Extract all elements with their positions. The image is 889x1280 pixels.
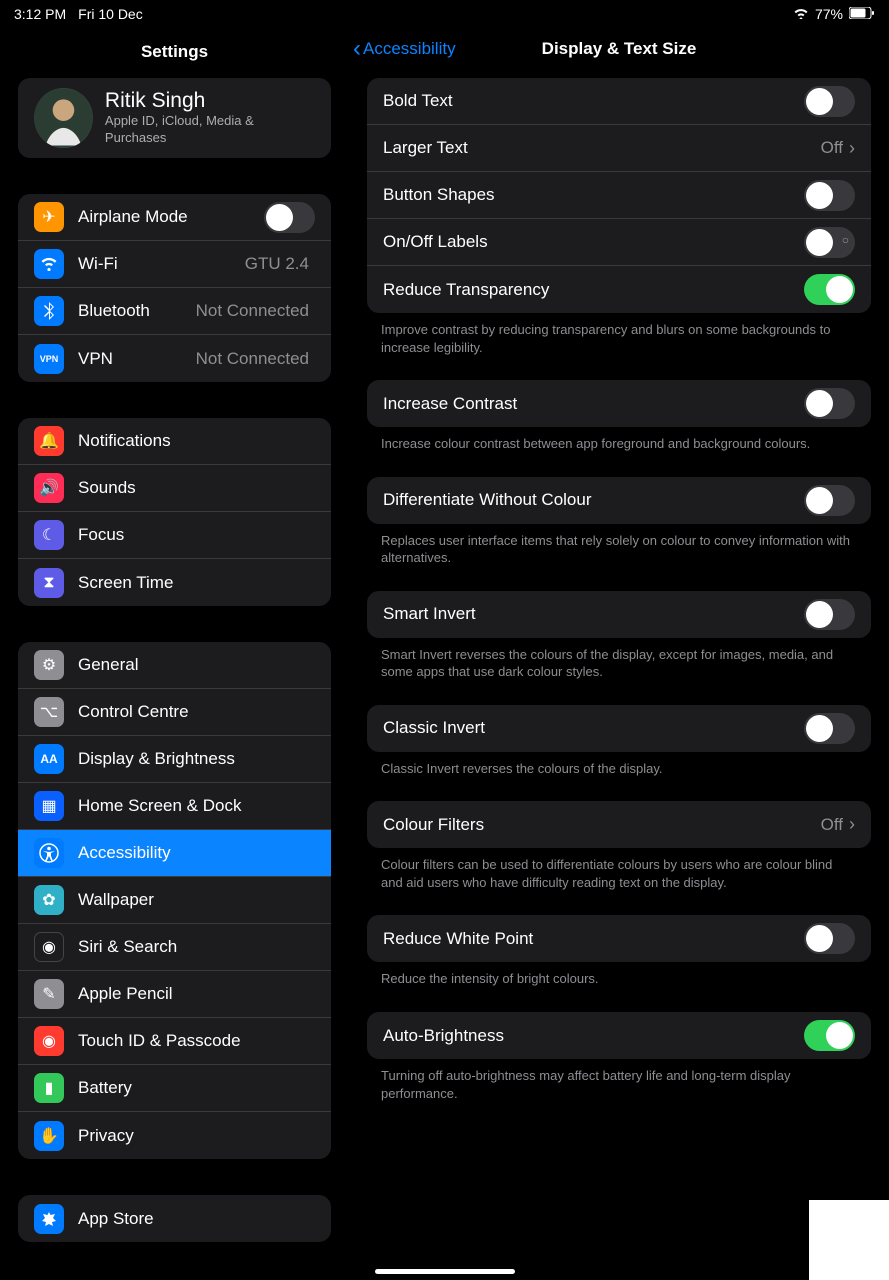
footnote-differentiate: Replaces user interface items that rely … — [349, 524, 889, 591]
sidebar-item-appstore[interactable]: App Store — [18, 1195, 331, 1242]
airplane-toggle[interactable] — [264, 202, 315, 233]
row-reduce-transparency[interactable]: Reduce Transparency — [367, 266, 871, 313]
chevron-right-icon: › — [849, 814, 855, 835]
profile-name: Ritik Singh — [105, 89, 315, 113]
flower-icon: ✿ — [34, 885, 64, 915]
sidebar-item-privacy[interactable]: ✋ Privacy — [18, 1112, 331, 1159]
row-smart-invert[interactable]: Smart Invert — [367, 591, 871, 638]
hourglass-icon: ⧗ — [34, 568, 64, 598]
sidebar-item-pencil[interactable]: ✎ Apple Pencil — [18, 971, 331, 1018]
row-reduce-white-point[interactable]: Reduce White Point — [367, 915, 871, 962]
home-indicator — [375, 1269, 515, 1274]
button-shapes-toggle[interactable] — [804, 180, 855, 211]
status-bar: 3:12 PM Fri 10 Dec 77% — [0, 0, 889, 28]
back-button[interactable]: ‹ Accessibility — [349, 35, 456, 63]
battery-percent: 77% — [815, 6, 843, 22]
chevron-left-icon: ‹ — [353, 35, 361, 63]
footnote-smart-invert: Smart Invert reverses the colours of the… — [349, 638, 889, 705]
wifi-settings-icon — [34, 249, 64, 279]
sidebar-item-wifi[interactable]: Wi-Fi GTU 2.4 — [18, 241, 331, 288]
sidebar-item-airplane[interactable]: ✈︎ Airplane Mode — [18, 194, 331, 241]
sidebar-item-control-centre[interactable]: ⌥ Control Centre — [18, 689, 331, 736]
footnote-auto-brightness: Turning off auto-brightness may affect b… — [349, 1059, 889, 1126]
bluetooth-icon — [34, 296, 64, 326]
sidebar-item-general[interactable]: ⚙︎ General — [18, 642, 331, 689]
auto-brightness-toggle[interactable] — [804, 1020, 855, 1051]
row-auto-brightness[interactable]: Auto-Brightness — [367, 1012, 871, 1059]
battery-icon — [849, 6, 875, 22]
row-button-shapes[interactable]: Button Shapes — [367, 172, 871, 219]
sidebar-item-homescreen[interactable]: ▦ Home Screen & Dock — [18, 783, 331, 830]
differentiate-colour-toggle[interactable] — [804, 485, 855, 516]
vpn-icon: VPN — [34, 344, 64, 374]
row-differentiate-colour[interactable]: Differentiate Without Colour — [367, 477, 871, 524]
sidebar-item-bluetooth[interactable]: Bluetooth Not Connected — [18, 288, 331, 335]
detail-title: Display & Text Size — [542, 39, 697, 59]
row-colour-filters[interactable]: Colour Filters Off › — [367, 801, 871, 848]
row-bold-text[interactable]: Bold Text — [367, 78, 871, 125]
sidebar-item-sounds[interactable]: 🔊 Sounds — [18, 465, 331, 512]
hand-icon: ✋ — [34, 1121, 64, 1151]
status-date: Fri 10 Dec — [78, 6, 143, 22]
grid-icon: ▦ — [34, 791, 64, 821]
sidebar-item-display[interactable]: AA Display & Brightness — [18, 736, 331, 783]
sidebar: Settings Ritik Singh Apple ID, iCloud, M… — [0, 28, 349, 1280]
footnote-transparency: Improve contrast by reducing transparenc… — [349, 313, 889, 380]
moon-icon: ☾ — [34, 520, 64, 550]
fingerprint-icon: ◉ — [34, 1026, 64, 1056]
classic-invert-toggle[interactable] — [804, 713, 855, 744]
pencil-icon: ✎ — [34, 979, 64, 1009]
bell-icon: 🔔 — [34, 426, 64, 456]
row-classic-invert[interactable]: Classic Invert — [367, 705, 871, 752]
appstore-icon — [34, 1204, 64, 1234]
footnote-white-point: Reduce the intensity of bright colours. — [349, 962, 889, 1012]
footnote-colour-filters: Colour filters can be used to differenti… — [349, 848, 889, 915]
siri-icon: ◉ — [34, 932, 64, 962]
airplane-icon: ✈︎ — [34, 202, 64, 232]
sidebar-item-accessibility[interactable]: Accessibility — [18, 830, 331, 877]
sidebar-item-screentime[interactable]: ⧗ Screen Time — [18, 559, 331, 606]
reduce-transparency-toggle[interactable] — [804, 274, 855, 305]
textsize-icon: AA — [34, 744, 64, 774]
wifi-icon — [793, 6, 809, 22]
onoff-labels-toggle[interactable] — [804, 227, 855, 258]
speaker-icon: 🔊 — [34, 473, 64, 503]
gear-icon: ⚙︎ — [34, 650, 64, 680]
sidebar-item-focus[interactable]: ☾ Focus — [18, 512, 331, 559]
detail-pane: ‹ Accessibility Display & Text Size Bold… — [349, 28, 889, 1280]
profile-row[interactable]: Ritik Singh Apple ID, iCloud, Media & Pu… — [18, 78, 331, 158]
detail-header: ‹ Accessibility Display & Text Size — [349, 28, 889, 78]
sidebar-title: Settings — [0, 28, 349, 78]
battery-settings-icon: ▮ — [34, 1073, 64, 1103]
sidebar-item-touchid[interactable]: ◉ Touch ID & Passcode — [18, 1018, 331, 1065]
sidebar-item-wallpaper[interactable]: ✿ Wallpaper — [18, 877, 331, 924]
row-larger-text[interactable]: Larger Text Off › — [367, 125, 871, 172]
reduce-white-point-toggle[interactable] — [804, 923, 855, 954]
footnote-contrast: Increase colour contrast between app for… — [349, 427, 889, 477]
increase-contrast-toggle[interactable] — [804, 388, 855, 419]
chevron-right-icon: › — [849, 138, 855, 159]
sidebar-item-notifications[interactable]: 🔔 Notifications — [18, 418, 331, 465]
bold-text-toggle[interactable] — [804, 86, 855, 117]
accessibility-icon — [34, 838, 64, 868]
sidebar-item-siri[interactable]: ◉ Siri & Search — [18, 924, 331, 971]
overlay-box — [809, 1200, 889, 1280]
avatar — [34, 88, 93, 148]
smart-invert-toggle[interactable] — [804, 599, 855, 630]
sidebar-item-battery[interactable]: ▮ Battery — [18, 1065, 331, 1112]
toggles-icon: ⌥ — [34, 697, 64, 727]
profile-sub: Apple ID, iCloud, Media & Purchases — [105, 113, 315, 147]
footnote-classic-invert: Classic Invert reverses the colours of t… — [349, 752, 889, 802]
row-onoff-labels[interactable]: On/Off Labels — [367, 219, 871, 266]
sidebar-item-vpn[interactable]: VPN VPN Not Connected — [18, 335, 331, 382]
status-time: 3:12 PM — [14, 6, 66, 22]
row-increase-contrast[interactable]: Increase Contrast — [367, 380, 871, 427]
